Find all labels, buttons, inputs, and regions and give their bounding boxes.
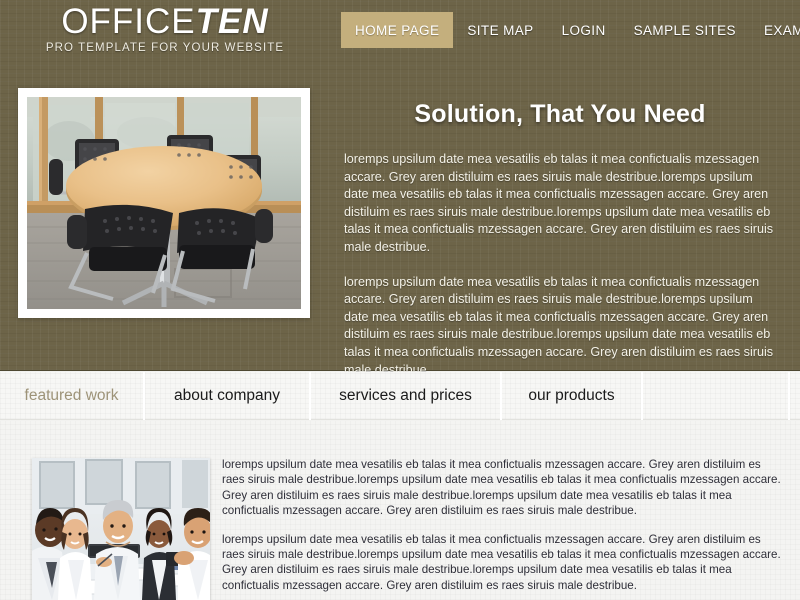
logo-word-office: OFFICE [61,2,196,41]
hero-paragraph-2: loremps upsilum date mea vesatilis eb ta… [344,274,774,377]
featured-work-panel: loremps upsilum date mea vesatilis eb ta… [0,421,800,600]
conference-room-photo [27,97,301,309]
tab-bar-endcap [790,372,800,420]
main-navigation: HOME PAGE SITE MAP LOGIN SAMPLE SITES EX… [341,12,800,48]
hero-paragraph-1: loremps upsilum date mea vesatilis eb ta… [344,152,774,254]
nav-item-home-page[interactable]: HOME PAGE [341,12,454,48]
tab-about-company[interactable]: about company [145,371,311,420]
hero-text-block: Solution, That You Need loremps upsilum … [330,100,790,379]
featured-work-text: loremps upsilum date mea vesatilis eb ta… [222,457,784,593]
nav-item-example-pages[interactable]: EXAMPLE PAGES [750,12,800,48]
hero-photo-frame [18,88,310,318]
nav-item-site-map[interactable]: SITE MAP [453,12,547,48]
logo-wordmark: OFFICETEN [20,4,310,40]
business-team-meeting-photo [32,458,210,600]
page-root: OFFICETEN PRO TEMPLATE FOR YOUR WEBSITE … [0,0,800,600]
site-logo[interactable]: OFFICETEN PRO TEMPLATE FOR YOUR WEBSITE [20,4,310,55]
panel-paragraph-1: loremps upsilum date mea vesatilis eb ta… [222,458,781,518]
hero-heading: Solution, That You Need [414,100,706,128]
team-photo-frame [32,458,210,600]
tab-services-and-prices[interactable]: services and prices [311,371,502,420]
logo-word-ten: TEN [195,2,269,41]
nav-item-login[interactable]: LOGIN [548,12,620,48]
nav-item-sample-sites[interactable]: SAMPLE SITES [620,12,750,48]
logo-tagline: PRO TEMPLATE FOR YOUR WEBSITE [45,42,285,54]
tab-featured-work[interactable]: featured work [0,371,145,420]
panel-paragraph-2: loremps upsilum date mea vesatilis eb ta… [222,532,781,592]
tab-bar-filler [643,371,790,420]
tab-our-products[interactable]: our products [502,371,643,420]
content-tab-bar: featured work about company services and… [0,371,800,420]
header-hero-section: OFFICETEN PRO TEMPLATE FOR YOUR WEBSITE … [0,0,800,377]
